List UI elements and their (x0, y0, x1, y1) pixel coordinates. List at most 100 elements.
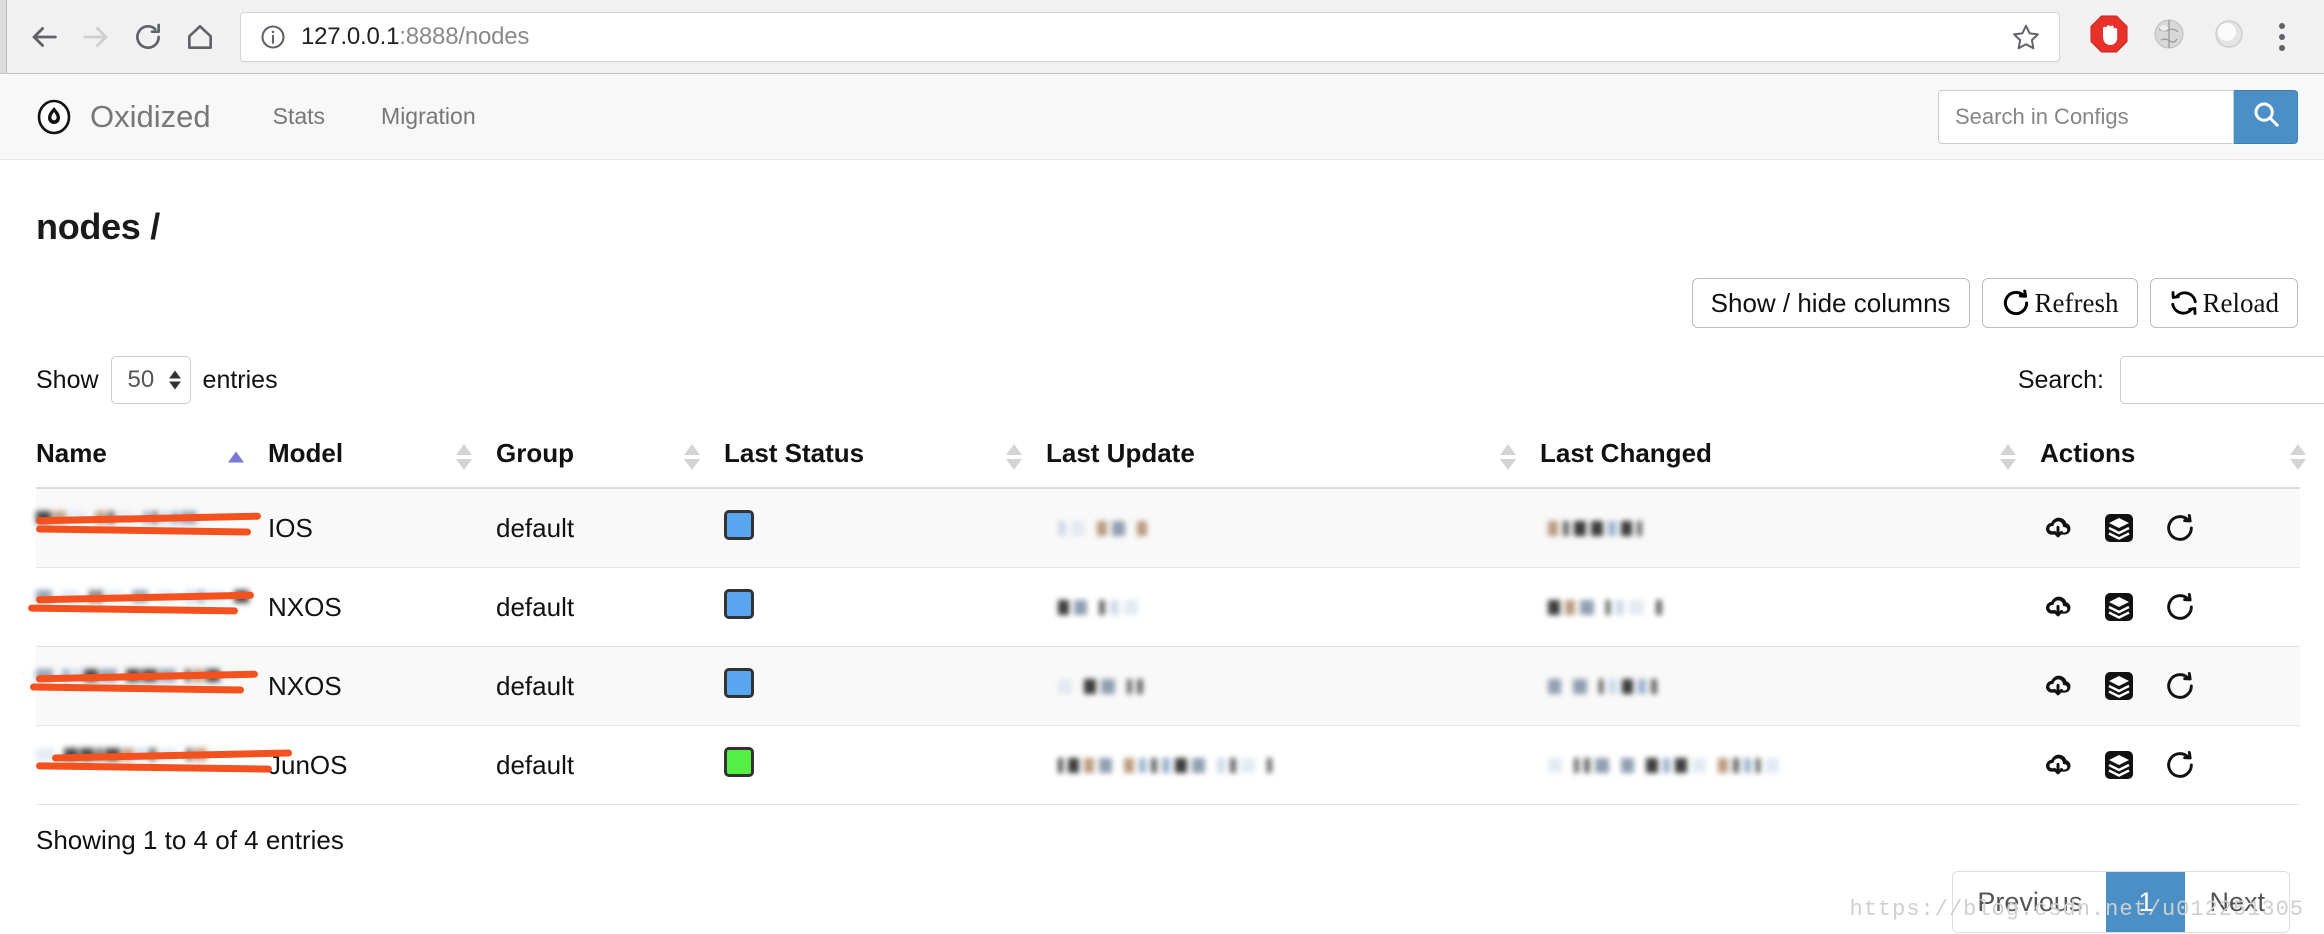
column-label-group: Group (496, 438, 574, 468)
refresh-button[interactable]: Refresh (1981, 278, 2138, 328)
browser-toolbar: 127.0.0.1:8888/nodes (0, 0, 2324, 74)
cell-last-status (724, 725, 1046, 805)
cell-last-status (724, 646, 1046, 726)
sort-none-icon (456, 443, 472, 470)
profile-avatar-icon (2210, 15, 2248, 58)
refresh-icon[interactable] (2164, 749, 2196, 781)
refresh-label: Refresh (2034, 287, 2119, 318)
table-row[interactable]: JunOS default (35, 725, 2300, 805)
column-header-last-update[interactable]: Last Update (1046, 426, 1540, 489)
showing-entries-info: Showing 1 to 4 of 4 entries (36, 825, 344, 855)
arrow-right-icon (79, 20, 113, 54)
nav-link-migration[interactable]: Migration (353, 103, 504, 130)
cloud-download-icon[interactable] (2042, 749, 2074, 781)
column-header-group[interactable]: Group (496, 426, 724, 489)
cell-model: NXOS (268, 567, 496, 647)
search-filter-input[interactable] (2120, 356, 2324, 404)
redacted-node-name (35, 505, 268, 551)
cell-last-changed (1540, 725, 2040, 805)
cell-model: NXOS (268, 646, 496, 726)
cell-last-changed (1540, 488, 2040, 568)
show-hide-columns-button[interactable]: Show / hide columns (1691, 278, 1970, 328)
column-header-last-status[interactable]: Last Status (724, 426, 1046, 489)
cell-actions (2040, 567, 2300, 647)
cell-name[interactable] (35, 725, 293, 805)
forward-button[interactable] (70, 11, 122, 63)
sort-ascending-icon (228, 451, 244, 462)
brand[interactable]: Oxidized (36, 99, 211, 135)
watermark: https://blog.csdn.net/u012251305 (1849, 897, 2304, 922)
redacted-node-name (27, 584, 268, 630)
cell-group: default (496, 725, 724, 805)
layers-stack-icon[interactable] (2104, 671, 2134, 701)
address-bar[interactable]: 127.0.0.1:8888/nodes (240, 11, 2060, 62)
chrome-menu-button[interactable] (2262, 22, 2302, 51)
entries-label: entries (202, 365, 278, 394)
cell-last-changed (1540, 646, 2040, 726)
cloud-download-icon[interactable] (2042, 512, 2074, 544)
home-button[interactable] (174, 11, 226, 63)
cell-name[interactable] (27, 567, 268, 647)
table-row[interactable]: NXOS default (27, 567, 2300, 647)
blurred-timestamp (1540, 673, 2040, 699)
layers-stack-icon[interactable] (2104, 750, 2134, 780)
column-header-model[interactable]: Model (268, 426, 496, 489)
column-label-last-status: Last Status (724, 438, 865, 468)
entries-per-page-select[interactable]: 50 (110, 356, 191, 404)
cell-group: default (496, 567, 724, 647)
config-search-button[interactable] (2234, 89, 2298, 144)
back-button[interactable] (18, 11, 70, 63)
table-row[interactable]: IOS default (35, 488, 2300, 568)
blurred-timestamp (1046, 594, 1540, 620)
blurred-timestamp (1046, 673, 1540, 699)
navbar-search-group (1938, 74, 2298, 159)
cell-actions (2040, 646, 2300, 726)
arrow-left-icon (27, 20, 61, 54)
show-label: Show (36, 365, 99, 394)
column-label-last-changed: Last Changed (1540, 438, 1712, 468)
column-header-last-changed[interactable]: Last Changed (1540, 426, 2040, 489)
sort-none-icon (1500, 443, 1516, 470)
layers-stack-icon[interactable] (2104, 592, 2134, 622)
table-controls: Show 50 entries Search: (36, 356, 2324, 404)
nav-link-stats[interactable]: Stats (245, 103, 353, 130)
reload-button[interactable]: Reload (2149, 278, 2298, 328)
cell-last-status (724, 567, 1046, 647)
table-head: Name Model Group Last Status Last Update (36, 426, 2306, 489)
blurred-timestamp (1540, 752, 2040, 778)
cell-last-update (1046, 646, 1540, 726)
search-filter-label: Search: (2017, 365, 2104, 394)
blurred-timestamp (1540, 594, 2040, 620)
refresh-icon[interactable] (2164, 591, 2196, 623)
cell-name[interactable] (29, 646, 268, 726)
cell-last-update (1046, 725, 1540, 805)
length-control: Show 50 entries (36, 356, 278, 404)
column-header-name[interactable]: Name (36, 426, 268, 489)
sort-none-icon (2000, 443, 2016, 470)
url-host: 127.0.0.1 (301, 22, 400, 50)
globe-extension-button[interactable] (2142, 10, 2196, 64)
layers-stack-icon[interactable] (2104, 513, 2134, 543)
column-label-name: Name (36, 438, 107, 468)
cell-name[interactable] (35, 488, 268, 568)
refresh-icon[interactable] (2164, 512, 2196, 544)
cloud-download-icon[interactable] (2042, 670, 2074, 702)
column-label-model: Model (268, 438, 344, 468)
bookmark-star-icon[interactable] (2011, 22, 2041, 52)
table-row[interactable]: NXOS default (29, 646, 2300, 726)
adblock-extension-button[interactable] (2082, 10, 2136, 64)
column-header-actions[interactable]: Actions (2040, 426, 2306, 489)
config-search-input[interactable] (1938, 89, 2234, 144)
info-circle-icon[interactable] (259, 23, 287, 51)
redacted-node-name (35, 742, 293, 788)
kebab-menu-icon (2279, 22, 2285, 51)
chevron-updown-icon (168, 370, 181, 390)
reload-icon (132, 21, 164, 53)
cell-actions (2040, 488, 2300, 568)
profile-avatar-button[interactable] (2202, 10, 2256, 64)
url-text: 127.0.0.1:8888/nodes (301, 23, 1999, 51)
reload-button[interactable] (122, 11, 174, 63)
refresh-icon[interactable] (2164, 670, 2196, 702)
cell-actions (2040, 725, 2300, 805)
cloud-download-icon[interactable] (2042, 591, 2074, 623)
